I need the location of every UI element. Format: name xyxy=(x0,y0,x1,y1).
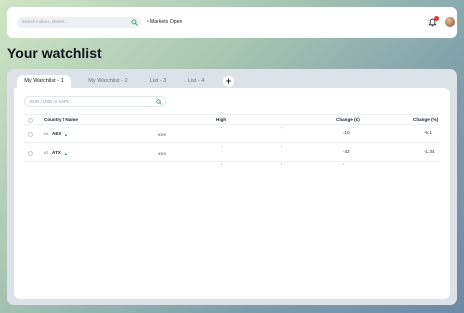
row-mid: ' xyxy=(281,127,282,133)
row-high: ' xyxy=(221,163,222,169)
select-all-checkbox[interactable] xyxy=(28,117,33,123)
add-tab-button[interactable]: + xyxy=(223,76,234,87)
row-change-pct: -5.1 xyxy=(424,130,432,135)
tab-my-watchlist-2[interactable]: My Watchlist - 2 xyxy=(79,75,137,88)
avatar[interactable] xyxy=(444,16,456,28)
country-code: NL xyxy=(44,132,49,136)
column-header-change-eur[interactable]: Change (€) xyxy=(336,117,360,122)
row-change-eur: ' xyxy=(343,163,344,169)
row-change-eur: -42 xyxy=(343,149,350,154)
page-title: Your watchlist xyxy=(7,45,102,61)
market-status-dot: • xyxy=(147,19,149,25)
column-header-high[interactable]: High xyxy=(216,117,226,122)
watchlist-content: EUR / USD or AAPL Country / Name High Ch… xyxy=(14,88,450,299)
notification-badge xyxy=(434,16,439,21)
row-change-eur: -10 xyxy=(343,130,350,135)
trend-up-icon: ▲ xyxy=(64,131,68,137)
tab-my-watchlist-1[interactable]: My Watchlist - 1 xyxy=(17,75,71,88)
row-checkbox[interactable] xyxy=(28,150,33,156)
tab-list-3[interactable]: List - 3 xyxy=(143,75,173,88)
instrument-name[interactable]: AEX xyxy=(52,131,61,136)
row-high: ' xyxy=(221,146,222,152)
tab-list-4[interactable]: List - 4 xyxy=(181,75,211,88)
column-header-change-pct[interactable]: Change (%) xyxy=(413,117,438,122)
row-mid: ' xyxy=(281,146,282,152)
trend-up-icon: ▲ xyxy=(64,150,68,156)
search-icon[interactable] xyxy=(156,99,162,105)
market-status: •Markets Open xyxy=(147,19,183,25)
row-value: XXX xyxy=(158,131,167,137)
watchlist-filter-input[interactable]: EUR / USD or AAPL xyxy=(24,96,166,107)
top-bar: Search indices, shares... •Markets Open xyxy=(7,7,457,38)
watchlist-panel: My Watchlist - 1 My Watchlist - 2 List -… xyxy=(7,69,457,305)
global-search-input[interactable]: Search indices, shares... xyxy=(17,17,141,28)
row-high: ' xyxy=(221,127,222,133)
row-checkbox[interactable] xyxy=(28,131,33,137)
table-row[interactable]: AT ATX ▲ XXX ' ' -42 -1.34 xyxy=(24,144,440,162)
row-change-pct: -1.34 xyxy=(424,149,435,154)
table-row-partial: ' ' ' xyxy=(24,163,440,169)
instrument-name[interactable]: ATX xyxy=(52,150,61,155)
search-placeholder: Search indices, shares... xyxy=(22,19,68,24)
search-icon[interactable] xyxy=(131,19,138,26)
row-mid: ' xyxy=(281,163,282,169)
table-header: Country / Name High Change (€) Change (%… xyxy=(24,114,440,125)
column-header-country-name[interactable]: Country / Name xyxy=(44,117,78,122)
filter-placeholder: EUR / USD or AAPL xyxy=(30,99,70,104)
country-code: AT xyxy=(44,151,49,155)
table-row[interactable]: NL AEX ▲ XXX ' ' -10 -5.1 xyxy=(24,125,440,143)
row-value: XXX xyxy=(158,150,167,156)
